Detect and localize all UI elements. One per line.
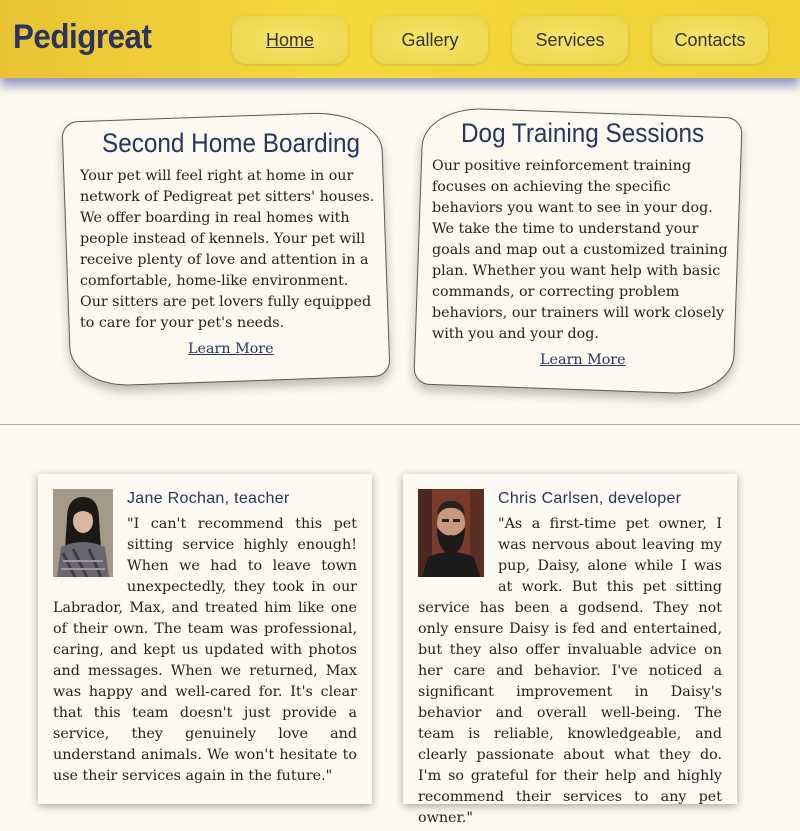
service-text-training: Our positive reinforcement training focu… xyxy=(432,158,728,342)
nav-home[interactable]: Home xyxy=(232,16,348,64)
testimonial-card-jane: Jane Rochan, teacher "I can't recommend … xyxy=(38,474,372,804)
learn-more-training-link[interactable]: Learn More xyxy=(540,352,626,368)
nav-services-label: Services xyxy=(535,29,605,50)
site-header: Pedigreat Home Gallery Services Contacts xyxy=(0,0,800,78)
testimonial-card-chris: Chris Carlsen, developer "As a first-tim… xyxy=(403,474,737,826)
avatar-jane xyxy=(53,489,113,577)
learn-more-boarding-link[interactable]: Learn More xyxy=(188,341,274,357)
nav-gallery-label: Gallery xyxy=(401,29,459,50)
nav-gallery[interactable]: Gallery xyxy=(372,16,488,64)
service-title-boarding: Second Home Boarding xyxy=(102,128,361,158)
nav-home-label: Home xyxy=(265,29,314,50)
section-divider xyxy=(0,424,800,425)
site-logo[interactable]: Pedigreat xyxy=(13,18,152,57)
service-title-training: Dog Training Sessions xyxy=(461,118,705,148)
nav-services[interactable]: Services xyxy=(512,16,628,64)
nav-contacts[interactable]: Contacts xyxy=(652,16,768,64)
service-text-boarding: Your pet will feel right at home in our … xyxy=(80,168,375,331)
avatar-chris xyxy=(418,489,484,577)
nav-contacts-label: Contacts xyxy=(674,29,746,50)
